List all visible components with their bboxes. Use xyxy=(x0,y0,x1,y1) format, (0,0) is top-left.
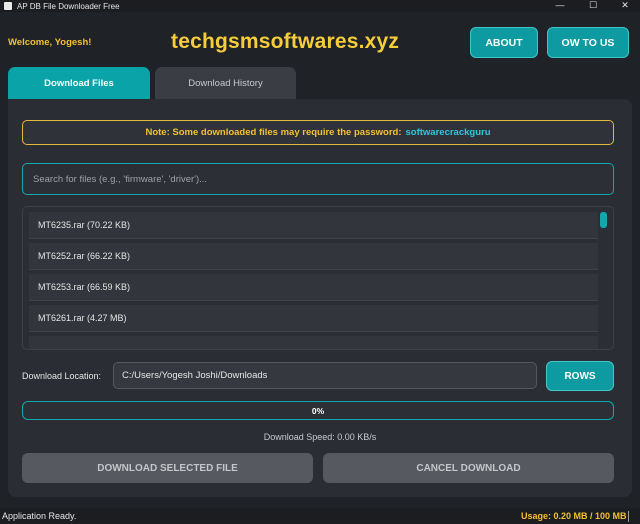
site-title: techgsmsoftwares.xyz xyxy=(171,30,400,53)
app-window: AP DB File Downloader Free — ☐ ✕ Welcome… xyxy=(0,0,640,524)
note-text: Note: Some downloaded files may require … xyxy=(145,127,402,138)
maximize-button[interactable]: ☐ xyxy=(582,0,604,12)
search-input[interactable] xyxy=(22,163,614,195)
usage-text: Usage: 0.20 MB / 100 MB xyxy=(521,511,627,521)
status-text: Application Ready. xyxy=(2,511,77,521)
download-location-label: Download Location: xyxy=(22,371,102,381)
tab-download-history[interactable]: Download History xyxy=(155,67,296,99)
about-button[interactable]: ABOUT xyxy=(470,27,538,58)
tab-download-files[interactable]: Download Files xyxy=(8,67,150,99)
file-list-item[interactable]: MT6261.rar (4.27 MB) xyxy=(29,305,598,332)
download-selected-button[interactable]: DOWNLOAD SELECTED FILE xyxy=(22,453,313,483)
cancel-download-button[interactable]: CANCEL DOWNLOAD xyxy=(323,453,614,483)
window-title: AP DB File Downloader Free xyxy=(17,1,120,11)
file-list-item[interactable]: MT6252.rar (66.22 KB) xyxy=(29,243,598,270)
how-to-use-button[interactable]: OW TO US xyxy=(547,27,629,58)
password-note: Note: Some downloaded files may require … xyxy=(22,120,614,145)
scrollbar-thumb[interactable] xyxy=(600,212,607,228)
file-list-item[interactable]: MT6253.rar (66.59 KB) xyxy=(29,274,598,301)
file-list: MT6235.rar (70.22 KB) MT6252.rar (66.22 … xyxy=(22,206,614,350)
browse-button[interactable]: ROWS xyxy=(546,361,614,391)
app-icon xyxy=(4,2,12,10)
download-location-input[interactable] xyxy=(113,362,537,389)
note-password: softwarecrackguru xyxy=(405,127,491,138)
download-progress-bar: 0% xyxy=(22,401,614,420)
progress-label: 0% xyxy=(311,405,325,416)
download-speed: Download Speed: 0.00 KB/s xyxy=(263,432,377,442)
file-list-scrollbar[interactable] xyxy=(600,212,607,344)
resize-grip-icon[interactable] xyxy=(628,511,638,522)
minimize-button[interactable]: — xyxy=(549,0,571,12)
file-list-item[interactable]: MT6235.rar (70.22 KB) xyxy=(29,212,598,239)
title-bar: AP DB File Downloader Free xyxy=(0,0,640,12)
file-list-item[interactable] xyxy=(29,336,598,349)
welcome-text: Welcome, Yogesh! xyxy=(8,37,92,48)
close-button[interactable]: ✕ xyxy=(614,0,636,12)
